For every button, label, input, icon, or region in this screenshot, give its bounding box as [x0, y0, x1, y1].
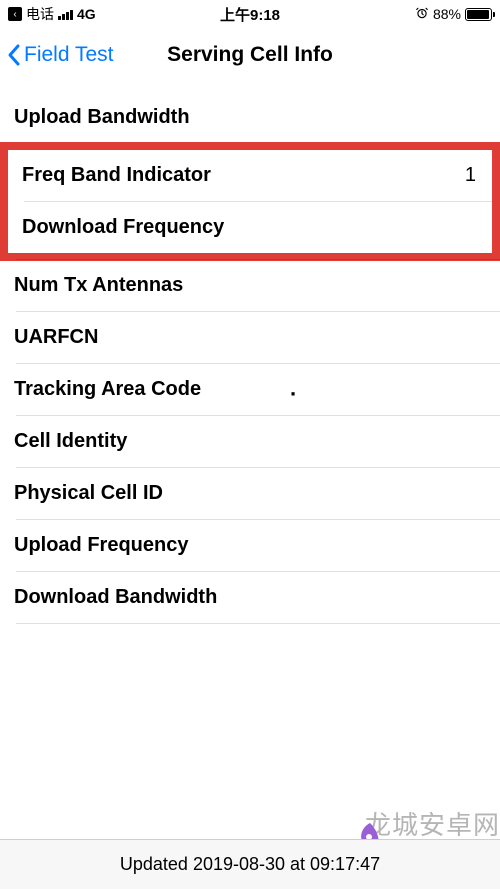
row-label: Upload Frequency — [14, 534, 188, 557]
back-label: Field Test — [24, 43, 114, 67]
back-to-app-indicator[interactable]: ‹ — [8, 7, 22, 21]
row-upload-frequency[interactable]: Upload Frequency — [0, 520, 500, 571]
row-label: Upload Bandwidth — [14, 106, 190, 129]
row-physical-cell-id[interactable]: Physical Cell ID — [0, 468, 500, 519]
row-label: Download Bandwidth — [14, 586, 217, 609]
row-download-frequency[interactable]: Download Frequency — [8, 202, 492, 253]
separator — [16, 623, 500, 624]
info-list: Upload Bandwidth Freq Band Indicator 1 D… — [0, 82, 500, 624]
page-title: Serving Cell Info — [167, 43, 333, 67]
carrier-label: 电话 — [26, 4, 54, 24]
status-left: ‹ 电话 4G — [8, 4, 96, 24]
row-label: Tracking Area Code — [14, 378, 201, 401]
row-num-tx-antennas[interactable]: Num Tx Antennas — [0, 260, 500, 311]
row-label: Download Frequency — [22, 216, 224, 239]
status-bar: ‹ 电话 4G 上午9:18 88% — [0, 0, 500, 28]
watermark-text: 龙城安卓网 — [365, 805, 500, 842]
battery-percent: 88% — [433, 6, 461, 22]
footer-bar: Updated 2019-08-30 at 09:17:47 — [0, 839, 500, 889]
row-value: 1 — [465, 164, 476, 187]
row-cell-identity[interactable]: Cell Identity — [0, 416, 500, 467]
row-upload-bandwidth[interactable]: Upload Bandwidth — [0, 92, 500, 143]
nav-bar: Field Test Serving Cell Info — [0, 28, 500, 82]
row-label: Freq Band Indicator — [22, 164, 211, 187]
row-tracking-area-code[interactable]: Tracking Area Code . — [0, 364, 500, 415]
updated-label: Updated 2019-08-30 at 09:17:47 — [120, 854, 380, 875]
signal-icon — [58, 8, 73, 20]
network-type: 4G — [77, 6, 96, 22]
row-label: Num Tx Antennas — [14, 274, 183, 297]
row-download-bandwidth[interactable]: Download Bandwidth — [0, 572, 500, 623]
row-freq-band-indicator[interactable]: Freq Band Indicator 1 — [8, 150, 492, 201]
dot-marker: . — [290, 375, 296, 401]
chevron-left-icon — [6, 43, 22, 67]
battery-icon — [465, 8, 492, 21]
alarm-icon — [415, 6, 429, 23]
row-uarfcn[interactable]: UARFCN — [0, 312, 500, 363]
row-label: UARFCN — [14, 326, 98, 349]
highlight-annotation: Freq Band Indicator 1 Download Frequency — [0, 142, 500, 261]
status-right: 88% — [415, 6, 492, 23]
clock: 上午9:18 — [220, 4, 280, 25]
row-label: Physical Cell ID — [14, 482, 163, 505]
back-button[interactable]: Field Test — [6, 43, 114, 67]
row-label: Cell Identity — [14, 430, 127, 453]
